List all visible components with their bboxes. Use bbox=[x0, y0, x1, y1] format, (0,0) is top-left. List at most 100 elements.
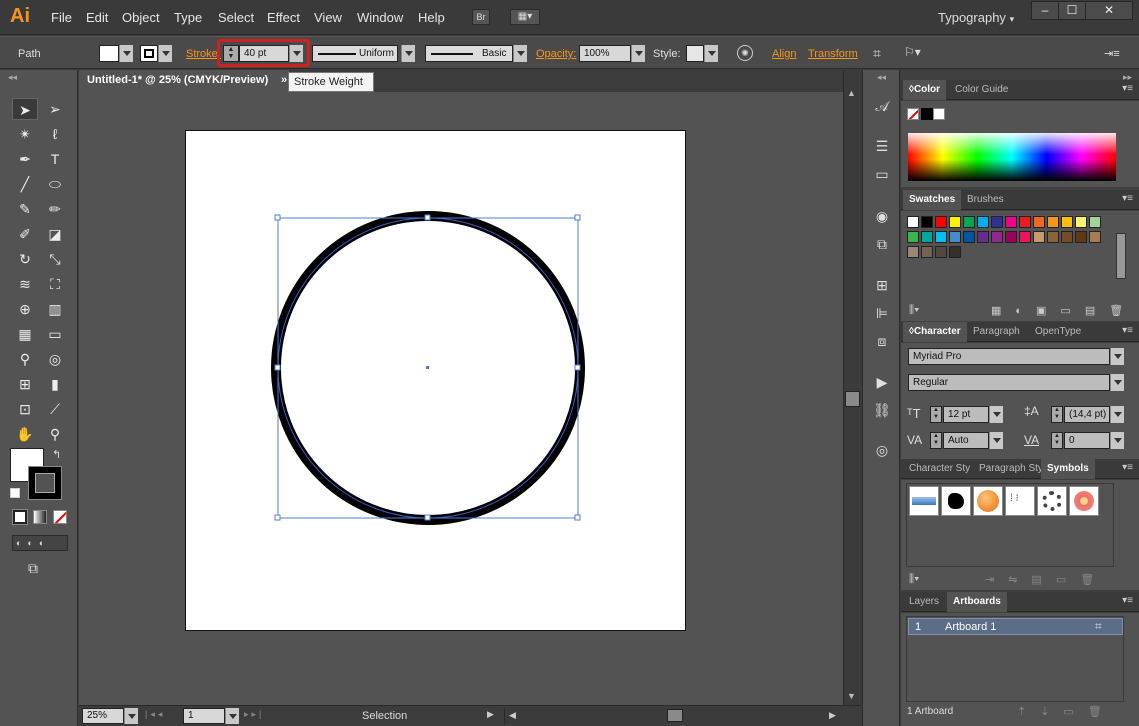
line-tool-icon[interactable]: ╱ bbox=[12, 173, 38, 195]
graphic-style-dropdown[interactable] bbox=[704, 45, 718, 62]
paintbrush-tool-icon[interactable]: ✎ bbox=[12, 198, 38, 220]
color-swatch[interactable] bbox=[977, 231, 989, 243]
color-swatch[interactable] bbox=[1019, 231, 1031, 243]
color-swatch[interactable] bbox=[1061, 216, 1073, 228]
glyphs-panel-icon[interactable]: 𝒜 bbox=[871, 96, 893, 116]
type-tool-icon[interactable]: T bbox=[42, 148, 68, 170]
kerning-dropdown[interactable] bbox=[989, 432, 1003, 449]
lasso-tool-icon[interactable]: ℓ bbox=[42, 123, 68, 145]
color-swatch[interactable] bbox=[949, 216, 961, 228]
opacity-link[interactable]: Opacity: bbox=[536, 48, 576, 60]
swatches-scrollbar[interactable] bbox=[1116, 233, 1126, 279]
handle-top-right[interactable] bbox=[574, 214, 581, 221]
handle-top-center[interactable] bbox=[424, 214, 431, 221]
menu-type[interactable]: Type bbox=[174, 10, 202, 25]
color-swatch[interactable] bbox=[1075, 231, 1087, 243]
eraser-tool-icon[interactable]: ◪ bbox=[42, 223, 68, 245]
symbol-sprayer-tool-icon[interactable]: ⊞ bbox=[12, 373, 38, 395]
color-swatch[interactable] bbox=[921, 216, 933, 228]
fill-dropdown-arrow[interactable] bbox=[119, 45, 133, 62]
screen-mode-icon[interactable]: ⧉ bbox=[28, 560, 38, 577]
brush-definition[interactable]: Basic bbox=[425, 45, 513, 62]
actions-panel-icon[interactable]: ▶ bbox=[871, 372, 893, 392]
appearance-panel-icon[interactable]: ◉ bbox=[871, 206, 893, 226]
tab-paragraph-styles[interactable]: Paragraph Sty bbox=[973, 459, 1049, 479]
default-fill-stroke-icon[interactable] bbox=[10, 488, 20, 498]
tab-layers[interactable]: Layers bbox=[903, 592, 945, 612]
close-button[interactable]: ✕ bbox=[1085, 1, 1133, 20]
swatch-footer-icons[interactable]: ▦◐▣▭▤🗑 bbox=[991, 304, 1137, 317]
tracking-input[interactable]: 0 bbox=[1064, 432, 1110, 449]
swap-fill-stroke-icon[interactable]: ↰ bbox=[52, 448, 61, 461]
color-swatch[interactable] bbox=[1089, 231, 1101, 243]
menu-file[interactable]: File bbox=[51, 10, 72, 25]
hand-tool-icon[interactable]: ✋ bbox=[12, 423, 38, 445]
pen-tool-icon[interactable]: ✒ bbox=[12, 148, 38, 170]
leading-stepper[interactable]: ▲ ▼ bbox=[1051, 406, 1063, 423]
zoom-dropdown[interactable] bbox=[124, 708, 138, 724]
tab-opentype[interactable]: OpenType bbox=[1029, 322, 1087, 342]
transform-link[interactable]: Transform bbox=[808, 48, 858, 60]
leading-input[interactable]: (14,4 pt) bbox=[1064, 406, 1110, 423]
tab-color[interactable]: ◊Color bbox=[903, 80, 947, 100]
color-swatch[interactable] bbox=[1033, 231, 1045, 243]
align-panel-icon[interactable]: ⊫ bbox=[871, 303, 893, 323]
color-swatch[interactable] bbox=[949, 231, 961, 243]
font-style-dropdown[interactable] bbox=[1110, 374, 1124, 391]
symbol-ring-icon[interactable] bbox=[1037, 486, 1067, 516]
artboard-dropdown[interactable] bbox=[225, 708, 239, 724]
symbols-panel-menu-icon[interactable]: ▾≡ bbox=[1122, 462, 1133, 473]
black-swatch[interactable] bbox=[921, 108, 933, 120]
slice-tool-icon[interactable]: ⟋ bbox=[42, 398, 68, 420]
maximize-button[interactable]: ☐ bbox=[1058, 1, 1086, 20]
tab-overflow-icon[interactable]: » bbox=[281, 74, 287, 86]
font-size-input[interactable]: 12 pt bbox=[943, 406, 989, 423]
canvas-area[interactable] bbox=[79, 92, 843, 705]
selection-tool-icon[interactable]: ➤ bbox=[12, 98, 38, 120]
vertical-scroll-thumb[interactable] bbox=[845, 391, 860, 407]
stroke-link[interactable]: Stroke: bbox=[186, 48, 221, 60]
scroll-up-arrow[interactable]: ▲ bbox=[847, 88, 856, 98]
links-panel-icon[interactable]: ⛓ bbox=[871, 400, 893, 420]
horizontal-scrollbar[interactable]: ◀ ▶ bbox=[504, 708, 839, 724]
ellipse-tool-icon[interactable]: ⬭ bbox=[42, 173, 68, 195]
artboard-footer-icons[interactable]: ⇡⇣▭🗑 bbox=[1017, 705, 1116, 718]
menu-object[interactable]: Object bbox=[122, 10, 160, 25]
scroll-left-arrow[interactable]: ◀ bbox=[509, 710, 516, 721]
scroll-down-arrow[interactable]: ▼ bbox=[847, 691, 856, 701]
next-last-artboard-icons[interactable]: ▸▸| bbox=[244, 709, 264, 720]
color-swatch[interactable] bbox=[1019, 216, 1031, 228]
tab-brushes[interactable]: Brushes bbox=[961, 190, 1010, 210]
color-swatch[interactable] bbox=[921, 246, 933, 258]
scale-tool-icon[interactable]: ⤡ bbox=[42, 248, 68, 270]
menu-effect[interactable]: Effect bbox=[267, 10, 300, 25]
menu-window[interactable]: Window bbox=[357, 10, 403, 25]
isolate-object-icon[interactable]: ⌗ bbox=[873, 45, 881, 62]
paragraph-panel-icon[interactable]: ☰ bbox=[871, 136, 893, 156]
align-link[interactable]: Align bbox=[772, 48, 796, 60]
swatch-libraries-icon[interactable]: ⫼▾ bbox=[909, 304, 919, 317]
vertical-scrollbar[interactable]: ▲ ▼ bbox=[843, 70, 861, 705]
menu-select[interactable]: Select bbox=[218, 10, 254, 25]
color-swatch[interactable] bbox=[935, 216, 947, 228]
recolor-artwork-icon[interactable]: ✺ bbox=[737, 45, 753, 61]
tab-symbols[interactable]: Symbols bbox=[1041, 459, 1095, 479]
kerning-input[interactable]: Auto bbox=[943, 432, 989, 449]
graphic-style-swatch[interactable] bbox=[686, 45, 704, 62]
artboard-row[interactable]: 1 Artboard 1 ⌗ bbox=[908, 618, 1123, 635]
color-swatch[interactable] bbox=[977, 216, 989, 228]
status-menu-arrow[interactable]: ▶ bbox=[487, 709, 494, 720]
drawing-modes[interactable]: ◐◐◐ bbox=[12, 535, 68, 551]
stroke-weight-input[interactable]: 40 pt bbox=[239, 45, 289, 62]
blend-tool-icon[interactable]: ◎ bbox=[42, 348, 68, 370]
font-size-dropdown[interactable] bbox=[989, 406, 1003, 423]
tab-character-styles[interactable]: Character Sty bbox=[903, 459, 976, 479]
pathfinder-panel-icon[interactable]: ⧈ bbox=[871, 331, 893, 351]
expand-panels-icon[interactable]: ◂◂ bbox=[877, 72, 886, 83]
tab-paragraph[interactable]: Paragraph bbox=[967, 322, 1026, 342]
menu-view[interactable]: View bbox=[314, 10, 342, 25]
color-swatch[interactable] bbox=[1047, 231, 1059, 243]
color-swatch[interactable] bbox=[963, 216, 975, 228]
artboard-number-input[interactable]: 1 bbox=[183, 708, 225, 724]
swatches-panel-menu-icon[interactable]: ▾≡ bbox=[1122, 193, 1133, 204]
